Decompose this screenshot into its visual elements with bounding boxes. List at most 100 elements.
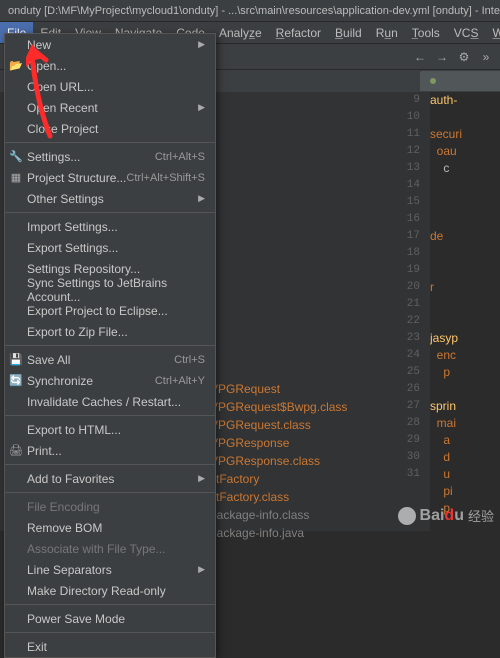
menu-item-import-settings[interactable]: Import Settings... [5,216,215,237]
code-content[interactable]: auth- securi oau c de r jasyp enc p spri… [430,92,500,531]
menu-item-exit[interactable]: Exit [5,636,215,657]
code-line: enc [430,347,500,364]
shortcut-label: Ctrl+Alt+S [155,151,205,163]
menu-item-remove-bom[interactable]: Remove BOM [5,517,215,538]
chevron-right-icon: ▶ [198,39,205,50]
back-icon[interactable]: ← [412,49,428,65]
code-line: de [430,228,500,245]
file-type-icon [430,78,436,84]
menu-separator [5,632,215,633]
menu-separator [5,464,215,465]
menu-item-synchronize[interactable]: 🔄SynchronizeCtrl+Alt+Y [5,370,215,391]
menu-refactor[interactable]: Refactor [269,22,328,43]
menu-item-make-readonly[interactable]: Make Directory Read-only [5,580,215,601]
folder-open-icon: 📂 [9,59,23,73]
code-line: p [430,500,500,517]
menu-separator [5,345,215,346]
project-tree-partial: VPGRequest VPGRequest$Bwpg.class VPGRequ… [210,380,347,542]
chevron-right-icon: ▶ [198,473,205,484]
code-line: sprin [430,398,500,415]
menu-item-other-settings[interactable]: Other Settings▶ [5,188,215,209]
code-line [430,381,500,398]
menu-item-close-project[interactable]: Close Project [5,118,215,139]
save-all-icon: 💾 [9,353,23,367]
menu-analyze[interactable]: Analyze [212,22,269,43]
code-line: d [430,449,500,466]
code-line [430,245,500,262]
menu-window[interactable]: Window [485,22,500,43]
code-line [430,262,500,279]
menu-item-assoc-filetype: Associate with File Type... [5,538,215,559]
menu-item-print[interactable]: 🖨Print... [5,440,215,461]
file-menu-dropdown: New▶ 📂Open... Open URL... Open Recent▶ C… [4,33,216,658]
chevron-right-icon: ▶ [198,193,205,204]
tree-item[interactable]: VPGResponse [210,434,347,452]
window-title: onduty [D:\MF\MyProject\mycloud1\onduty]… [0,0,500,22]
menu-vcs[interactable]: VCS [447,22,486,43]
menu-item-open-recent[interactable]: Open Recent▶ [5,97,215,118]
code-line: auth- [430,92,500,109]
menu-item-file-encoding: File Encoding [5,496,215,517]
menu-item-line-separators[interactable]: Line Separators▶ [5,559,215,580]
menu-item-export-eclipse[interactable]: Export Project to Eclipse... [5,300,215,321]
tree-item[interactable]: ctFactory.class [210,488,347,506]
code-line: mai [430,415,500,432]
menu-item-power-save[interactable]: Power Save Mode [5,608,215,629]
code-line: securi [430,126,500,143]
code-line: r [430,279,500,296]
menu-separator [5,492,215,493]
menu-item-sync-jetbrains[interactable]: Sync Settings to JetBrains Account... [5,279,215,300]
code-line: u [430,466,500,483]
menu-separator [5,415,215,416]
menu-item-export-html[interactable]: Export to HTML... [5,419,215,440]
shortcut-label: Ctrl+Alt+Shift+S [126,172,205,184]
shortcut-label: Ctrl+Alt+Y [155,375,205,387]
code-line [430,109,500,126]
menu-run[interactable]: Run [369,22,405,43]
code-line: a [430,432,500,449]
menu-tools[interactable]: Tools [405,22,447,43]
chevron-right-icon: ▶ [198,102,205,113]
menu-item-invalidate-caches[interactable]: Invalidate Caches / Restart... [5,391,215,412]
menu-separator [5,142,215,143]
code-line: pi [430,483,500,500]
menu-item-export-settings[interactable]: Export Settings... [5,237,215,258]
structure-icon: ▦ [9,171,23,185]
menu-item-add-favorites[interactable]: Add to Favorites▶ [5,468,215,489]
menu-item-export-zip[interactable]: Export to Zip File... [5,321,215,342]
tree-item[interactable]: VPGRequest.class [210,416,347,434]
tree-item[interactable]: VPGRequest$Bwpg.class [210,398,347,416]
menu-item-project-structure[interactable]: ▦Project Structure...Ctrl+Alt+Shift+S [5,167,215,188]
tree-item[interactable]: package-info.java [210,524,347,542]
expand-icon[interactable]: » [478,49,494,65]
print-icon: 🖨 [9,444,23,458]
menu-item-open[interactable]: 📂Open... [5,55,215,76]
code-line: oau [430,143,500,160]
menu-separator [5,212,215,213]
code-line: p [430,364,500,381]
tree-item[interactable]: VPGResponse.class [210,452,347,470]
code-line [430,313,500,330]
code-line [430,211,500,228]
tree-item[interactable]: package-info.class [210,506,347,524]
menu-item-new[interactable]: New▶ [5,34,215,55]
code-line [430,296,500,313]
chevron-right-icon: ▶ [198,564,205,575]
tree-item[interactable]: VPGRequest [210,380,347,398]
wrench-icon: 🔧 [9,150,23,164]
menu-item-save-all[interactable]: 💾Save AllCtrl+S [5,349,215,370]
code-line [430,517,500,531]
code-line: jasyp [430,330,500,347]
shortcut-label: Ctrl+S [174,354,205,366]
code-line: c [430,160,500,177]
code-line [430,194,500,211]
menu-build[interactable]: Build [328,22,369,43]
menu-item-settings[interactable]: 🔧Settings...Ctrl+Alt+S [5,146,215,167]
sync-icon: 🔄 [9,374,23,388]
menu-separator [5,604,215,605]
tree-item[interactable]: ctFactory [210,470,347,488]
tab-periodcontro[interactable]: PeriodContro [420,71,500,91]
gear-icon[interactable]: ⚙ [456,49,472,65]
menu-item-open-url[interactable]: Open URL... [5,76,215,97]
forward-icon[interactable]: → [434,49,450,65]
